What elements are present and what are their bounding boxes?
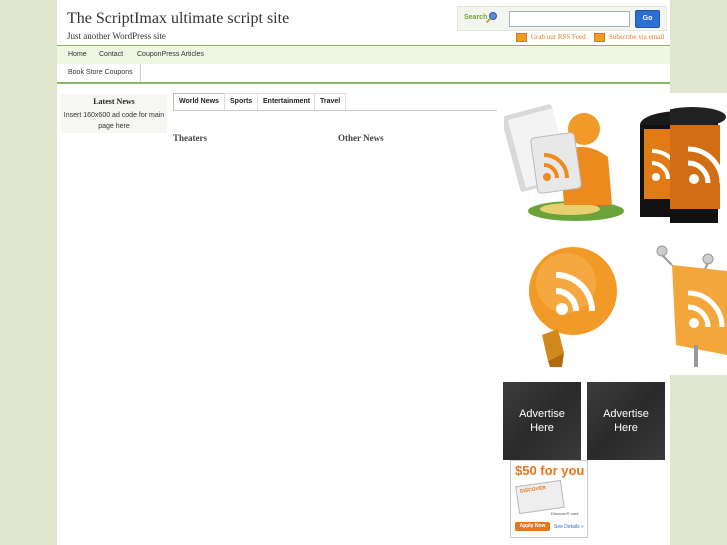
advertise-here-label: Advertise Here [603,408,649,434]
site-description: Just another WordPress site [67,31,166,41]
sub-navigation: Book Store Coupons [57,64,670,84]
rss-bin-icon [670,107,726,223]
tab-sports[interactable]: Sports [224,93,259,110]
email-subscribe-label: Subscribe via email [609,33,665,42]
rss-lightbulb-icon [529,247,617,367]
rss-graphics-overflow [656,93,727,375]
go-button[interactable]: Go [635,10,660,28]
discover-card-ad[interactable]: $50 for you DISCOVER Discover® card Appl… [510,460,588,538]
rss-icon [516,33,527,42]
site-title[interactable]: The ScriptImax ultimate script site [67,10,289,28]
credit-card-image: DISCOVER [515,479,565,515]
page-container: The ScriptImax ultimate script site Just… [57,0,670,545]
advertise-here-label: Advertise Here [519,408,565,434]
news-tabs: World News Sports Entertainment Travel [173,93,497,111]
card-label: Discover® card [551,511,579,516]
theaters-heading: Theaters [173,133,207,143]
rss-bin-icon [640,111,670,217]
nav-item-contact[interactable]: Contact [99,46,123,64]
rss-feed-link[interactable]: Grab our RSS Feed [516,33,586,42]
promo-amount: $50 for you [515,463,585,478]
card-brand: DISCOVER [519,485,547,495]
tab-entertainment[interactable]: Entertainment [257,93,317,110]
nav-item-home[interactable]: Home [68,46,87,64]
nav-item-book-store-coupons[interactable]: Book Store Coupons [57,64,141,82]
other-news-heading: Other News [338,133,384,143]
advertise-here-box[interactable]: Advertise Here [503,382,581,460]
rss-reader-icon [504,104,624,221]
nav-item-couponpress-articles[interactable]: CouponPress Articles [137,46,204,64]
rss-icon [594,33,605,42]
apply-now-button[interactable]: Apply Now [515,522,550,531]
email-subscribe-link[interactable]: Subscribe via email [594,33,664,42]
search-box: Search Go [457,6,667,31]
tab-travel[interactable]: Travel [314,93,347,110]
latest-news-widget: Latest News Insert 160x600 ad code for m… [61,94,167,133]
magnifier-icon [485,12,497,24]
rss-feed-label: Grab our RSS Feed [531,33,586,42]
search-input[interactable] [509,11,630,27]
main-navigation: Home Contact CouponPress Articles [57,45,670,65]
advertise-here-box[interactable]: Advertise Here [587,382,665,460]
tab-world-news[interactable]: World News [173,93,225,110]
ad-placeholder-text: Insert 160x600 ad code for main page her… [63,112,165,130]
rss-billboard-icon [656,245,727,367]
rss-graphics-panel [498,93,670,375]
latest-news-title: Latest News [93,97,135,106]
search-label: Search [464,14,488,21]
see-details-link[interactable]: See Details » [554,524,584,530]
